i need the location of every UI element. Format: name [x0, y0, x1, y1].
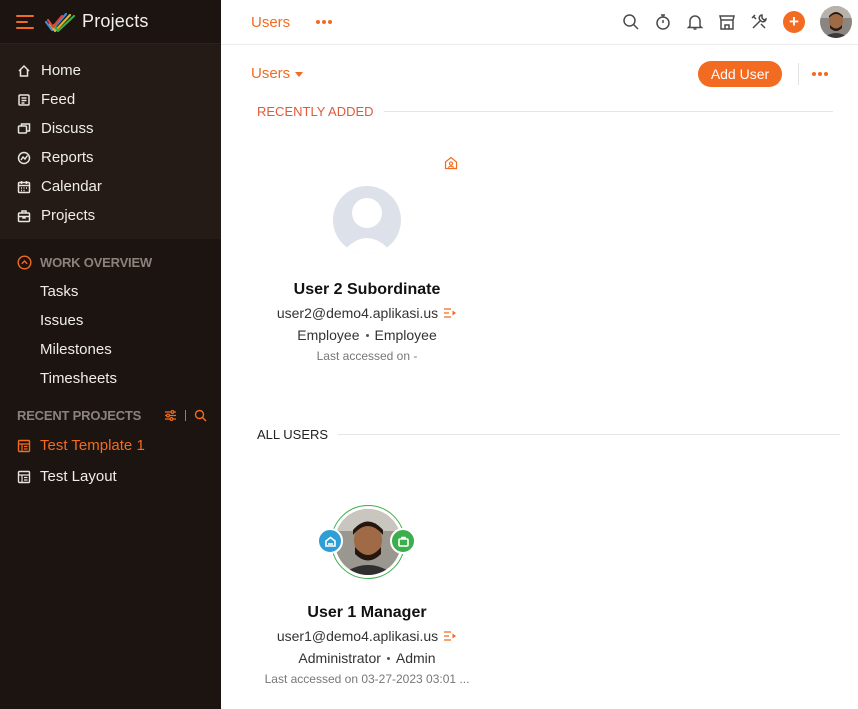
menu-icon[interactable]	[16, 14, 34, 29]
nav-item-label: Feed	[41, 91, 76, 108]
user-name[interactable]: User 1 Manager	[247, 604, 487, 622]
app-logo	[44, 12, 76, 32]
home-icon	[18, 64, 30, 77]
main-content: Users + Users Add User RECENTLY ADDED Us…	[221, 0, 858, 709]
recent-projects-header: RECENT PROJECTS	[0, 400, 221, 430]
work-overview-title: WORK OVERVIEW	[40, 254, 153, 270]
project-label: Test Template 1	[40, 437, 145, 454]
search-icon[interactable]	[194, 409, 207, 422]
nav-item-home[interactable]: Home	[0, 56, 221, 85]
add-user-button[interactable]: Add User	[698, 61, 782, 87]
caret-down-icon	[295, 72, 304, 77]
nav-item-label: Discuss	[41, 120, 94, 137]
page-toolbar: Users Add User	[221, 45, 858, 105]
discuss-icon	[17, 122, 31, 134]
activity-stream-icon[interactable]	[443, 307, 457, 319]
user-email: user2@demo4.aplikasi.us	[276, 305, 439, 321]
top-bar: Users +	[221, 0, 858, 45]
nav-item-discuss[interactable]: Discuss	[0, 114, 221, 143]
work-overview-toggle[interactable]: WORK OVERVIEW	[0, 247, 221, 277]
nav-item-tasks[interactable]: Tasks	[0, 277, 221, 306]
users-view-dropdown[interactable]: Users	[251, 65, 304, 82]
user-name[interactable]: User 2 Subordinate	[247, 281, 487, 299]
nav-item-reports[interactable]: Reports	[0, 143, 221, 172]
chevron-up-circle-icon	[17, 254, 32, 270]
project-table-icon	[17, 470, 31, 483]
nav-item-label: Reports	[41, 149, 94, 166]
recent-projects-title: RECENT PROJECTS	[17, 407, 142, 423]
user-last-access: Last accessed on 03-27-2023 03:01 ...	[264, 672, 470, 686]
main-nav: Home Feed Discuss Reports Calendar Proje…	[0, 44, 221, 239]
portal-owner-badge-icon	[317, 528, 343, 554]
user-last-access: Last accessed on -	[316, 349, 418, 363]
reports-icon	[17, 151, 31, 164]
users-view-label: Users	[251, 65, 291, 82]
portal-home-icon	[444, 156, 458, 170]
nav-item-label: Home	[41, 62, 82, 79]
recent-project-item[interactable]: Test Template 1	[0, 430, 221, 461]
section-title: RECENTLY ADDED	[257, 104, 374, 119]
nav-item-label: Calendar	[41, 178, 102, 195]
nav-item-issues[interactable]: Issues	[0, 306, 221, 335]
user-role: Employee	[297, 327, 360, 343]
user-card: User 2 Subordinate user2@demo4.aplikasi.…	[247, 281, 487, 363]
project-label: Test Layout	[40, 468, 117, 485]
nav-item-feed[interactable]: Feed	[0, 85, 221, 114]
nav-item-milestones[interactable]: Milestones	[0, 335, 221, 364]
timer-icon[interactable]	[653, 12, 673, 32]
user-role-row: Employee Employee	[247, 327, 487, 343]
section-title: ALL USERS	[257, 427, 329, 442]
user-profile: Admin	[395, 650, 436, 666]
store-icon[interactable]	[717, 12, 737, 32]
nav-item-calendar[interactable]: Calendar	[0, 172, 221, 201]
search-icon[interactable]	[621, 12, 641, 32]
top-actions: +	[609, 6, 852, 38]
more-options-icon[interactable]	[316, 20, 333, 24]
user-email-row: user1@demo4.aplikasi.us	[247, 628, 487, 644]
nav-item-projects[interactable]: Projects	[0, 201, 221, 230]
recent-project-item[interactable]: Test Layout	[0, 461, 221, 492]
projects-icon	[17, 209, 31, 222]
feed-icon	[18, 93, 30, 106]
divider	[185, 409, 186, 421]
user-email: user1@demo4.aplikasi.us	[276, 628, 439, 644]
nav-item-timesheets[interactable]: Timesheets	[0, 364, 221, 393]
user-email-row: user2@demo4.aplikasi.us	[247, 305, 487, 321]
app-title: Projects	[82, 11, 149, 31]
project-manager-badge-icon	[390, 528, 416, 554]
user-card: User 1 Manager user1@demo4.aplikasi.us A…	[247, 604, 487, 686]
bell-icon[interactable]	[685, 12, 705, 32]
divider	[798, 63, 799, 85]
section-recently-added: RECENTLY ADDED	[257, 104, 833, 119]
user-avatar-placeholder[interactable]	[333, 186, 401, 254]
sidebar: Projects Home Feed Discuss Reports Calen…	[0, 0, 221, 709]
tab-users[interactable]: Users	[251, 14, 290, 31]
calendar-icon	[17, 180, 31, 193]
more-options-icon[interactable]	[812, 72, 828, 76]
recent-projects-tools	[164, 409, 207, 422]
quick-add-button[interactable]: +	[783, 11, 805, 33]
user-profile: Employee	[374, 327, 437, 343]
sidebar-header: Projects	[0, 0, 221, 44]
settings-tools-icon[interactable]	[749, 12, 769, 32]
user-role: Administrator	[298, 650, 381, 666]
activity-stream-icon[interactable]	[443, 630, 457, 642]
filter-icon[interactable]	[164, 409, 177, 422]
section-all-users: ALL USERS	[257, 427, 841, 442]
project-table-icon	[17, 439, 31, 452]
user-role-row: Administrator Admin	[247, 650, 487, 666]
nav-item-label: Projects	[41, 207, 96, 224]
avatar[interactable]	[820, 6, 852, 38]
